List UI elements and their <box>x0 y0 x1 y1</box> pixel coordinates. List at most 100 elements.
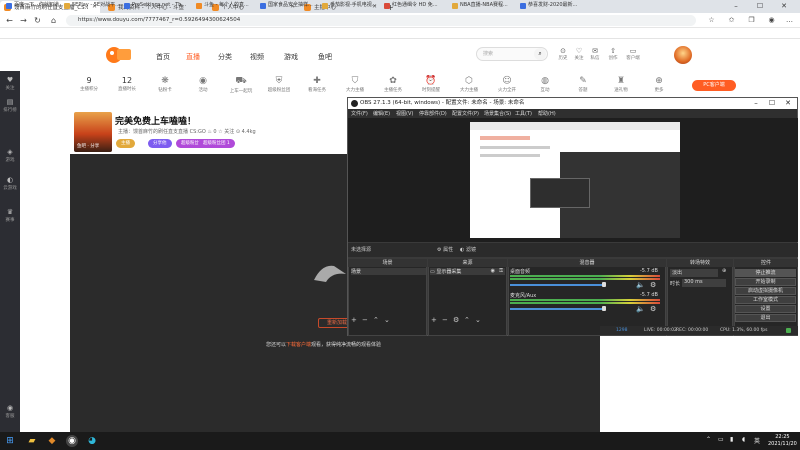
filters-button[interactable]: ◐ 滤镜 <box>460 246 476 253</box>
obs-menu-item[interactable]: 停靠部件(D) <box>419 110 447 117</box>
scene-down-icon[interactable]: ⌄ <box>384 316 390 324</box>
file-explorer-icon[interactable]: ▰ <box>26 435 38 447</box>
mixer-settings-icon[interactable]: ⚙ <box>650 305 656 313</box>
remove-scene-icon[interactable]: − <box>362 316 368 324</box>
obs-menu-item[interactable]: 文件(F) <box>351 110 368 117</box>
source-item[interactable]: ▭ 显示器采集 ◉ ⚿ <box>430 268 505 275</box>
network-icon[interactable]: ▭ <box>718 436 724 443</box>
back-icon[interactable]: ← <box>4 15 15 26</box>
nav-item[interactable]: 视频 <box>250 52 264 62</box>
mixer-settings-icon[interactable]: ⚙ <box>650 281 656 289</box>
sidebar-item[interactable]: ▤ 排行榜 <box>0 98 20 113</box>
header-icon[interactable]: ⇧ 创作 <box>606 47 620 61</box>
volume-slider[interactable] <box>510 308 604 310</box>
star-icon[interactable]: ☆ <box>706 15 717 26</box>
profile-icon[interactable]: ◉ <box>766 15 777 26</box>
obs-control-button[interactable]: 启动虚拟摄像机 <box>735 287 796 295</box>
task-item[interactable]: ◍ 互动 <box>532 76 558 93</box>
volume-icon[interactable]: ◖ <box>742 436 745 443</box>
download-client-link[interactable]: 下载客户端 <box>286 342 311 348</box>
bookmark-item[interactable]: ProSettings.net - Th... <box>124 1 186 10</box>
obs-control-button[interactable]: 停止推流 <box>735 269 796 277</box>
task-item[interactable]: ⬡ 大力主播 <box>456 76 482 93</box>
nav-item[interactable]: 鱼吧 <box>318 52 332 62</box>
edge-icon[interactable]: ◕ <box>86 435 98 447</box>
header-icon[interactable]: ▭ 客户端 <box>626 47 640 61</box>
nav-item[interactable]: 首页 <box>156 52 170 62</box>
task-item[interactable]: ◉ 活动 <box>190 76 216 93</box>
obs-maximize-icon[interactable]: ☐ <box>764 98 780 109</box>
minimize-icon[interactable]: – <box>724 0 748 13</box>
speaker-icon[interactable]: 🔈 <box>636 305 645 313</box>
sidebar-item[interactable]: ♛ 赛事 <box>0 208 20 223</box>
obs-menu-item[interactable]: 视图(V) <box>396 110 413 117</box>
obs-control-button[interactable]: 退出 <box>735 314 796 322</box>
obs-minimize-icon[interactable]: – <box>748 98 764 109</box>
task-item[interactable]: ⛟ 上车一起玩 <box>228 76 254 94</box>
reload-icon[interactable]: ↻ <box>32 15 43 26</box>
obs-control-button[interactable]: 工作室模式 <box>735 296 796 304</box>
task-item[interactable]: 12 直播时长 <box>114 76 140 92</box>
douyu-logo[interactable] <box>104 45 132 65</box>
bookmark-item[interactable]: 百度一下，你就知道 <box>6 1 59 10</box>
close-icon[interactable]: ✕ <box>772 0 796 13</box>
obs-control-button[interactable]: 开始录制 <box>735 278 796 286</box>
room-badge[interactable]: 主播 <box>116 139 135 148</box>
url-input[interactable]: https://www.douyu.com/7777467_r=0.592649… <box>66 15 696 26</box>
task-item[interactable]: ⊕ 更多 <box>646 76 672 93</box>
task-item[interactable]: ✚ 看海任务 <box>304 76 330 93</box>
bookmark-item[interactable]: 恭喜发财-2020最新... <box>520 1 577 10</box>
bookmark-item[interactable]: 斗鱼 - 每个人的直... <box>196 1 249 10</box>
ime-icon[interactable]: 英 <box>754 436 760 445</box>
search-icon[interactable]: ⌕ <box>534 48 546 60</box>
obs-menu-item[interactable]: 帮助(H) <box>538 110 556 117</box>
home-icon[interactable]: ⌂ <box>48 15 59 26</box>
favorites-icon[interactable]: ✩ <box>726 15 737 26</box>
eye-icon[interactable]: ◉ <box>491 268 495 274</box>
bookmark-item[interactable]: 国家食品安全抽样... <box>260 1 313 10</box>
sidebar-item[interactable]: ◈ 游戏 <box>0 148 20 163</box>
task-item[interactable]: ⏰ 时刻提醒 <box>418 76 444 93</box>
obs-menu-item[interactable]: 工具(T) <box>515 110 532 117</box>
header-icon[interactable]: ♡ 关注 <box>572 47 586 61</box>
nav-item[interactable]: 分类 <box>218 52 232 62</box>
add-scene-icon[interactable]: + <box>351 316 357 324</box>
scene-item[interactable]: 场景 <box>351 268 426 275</box>
source-down-icon[interactable]: ⌄ <box>475 316 481 324</box>
task-item[interactable]: 9 主播积分 <box>76 76 102 92</box>
pc-client-button[interactable]: PC客户端 <box>692 80 736 91</box>
obs-close-icon[interactable]: ✕ <box>780 98 796 109</box>
obs-control-button[interactable]: 设置 <box>735 305 796 313</box>
speaker-icon[interactable]: 🔈 <box>636 281 645 289</box>
sidebar-item[interactable]: ◐ 云游戏 <box>0 176 20 191</box>
obs-menu-item[interactable]: 编辑(E) <box>373 110 390 117</box>
avatar[interactable] <box>674 46 692 64</box>
volume-knob[interactable] <box>602 282 606 287</box>
bookmark-item[interactable]: 番茄影视-手机电视... <box>322 1 377 10</box>
task-item[interactable]: ♜ 送礼物 <box>608 76 634 93</box>
header-icon[interactable]: ⊙ 历史 <box>556 47 570 61</box>
obs-menu-item[interactable]: 场景集合(S) <box>484 110 511 117</box>
sidebar-item[interactable]: ◉ 客服 <box>0 404 20 419</box>
tray-up-icon[interactable]: ⌃ <box>706 436 711 443</box>
scene-up-icon[interactable]: ⌃ <box>373 316 379 324</box>
bookmark-item[interactable]: NBA直播-NBA赛程... <box>452 1 508 10</box>
room-badge[interactable]: 分享他 <box>148 139 172 148</box>
source-settings-icon[interactable]: ⚙ <box>453 316 459 324</box>
obs-taskbar-icon[interactable]: ◉ <box>66 435 78 447</box>
maximize-icon[interactable]: ☐ <box>748 0 772 13</box>
remove-source-icon[interactable]: − <box>442 316 448 324</box>
duration-input[interactable]: 300 ms <box>682 279 726 287</box>
clock[interactable]: 22:25 2021/11/20 <box>768 434 797 448</box>
more-icon[interactable]: … <box>784 15 795 26</box>
nav-item[interactable]: 游戏 <box>284 52 298 62</box>
task-item[interactable]: ☺ 火力全开 <box>494 76 520 93</box>
add-source-icon[interactable]: + <box>431 316 437 324</box>
forward-icon[interactable]: → <box>18 15 29 26</box>
properties-button[interactable]: ⚙ 属性 <box>437 246 453 253</box>
bookmark-item[interactable]: 红色通缉令 HD 免... <box>384 1 438 10</box>
transition-select[interactable]: 淡出 <box>670 269 718 277</box>
task-item[interactable]: ⛉ 大力主播 <box>342 76 368 93</box>
lock-icon[interactable]: ⚿ <box>499 268 503 274</box>
task-item[interactable]: ✎ 答题 <box>570 76 596 93</box>
